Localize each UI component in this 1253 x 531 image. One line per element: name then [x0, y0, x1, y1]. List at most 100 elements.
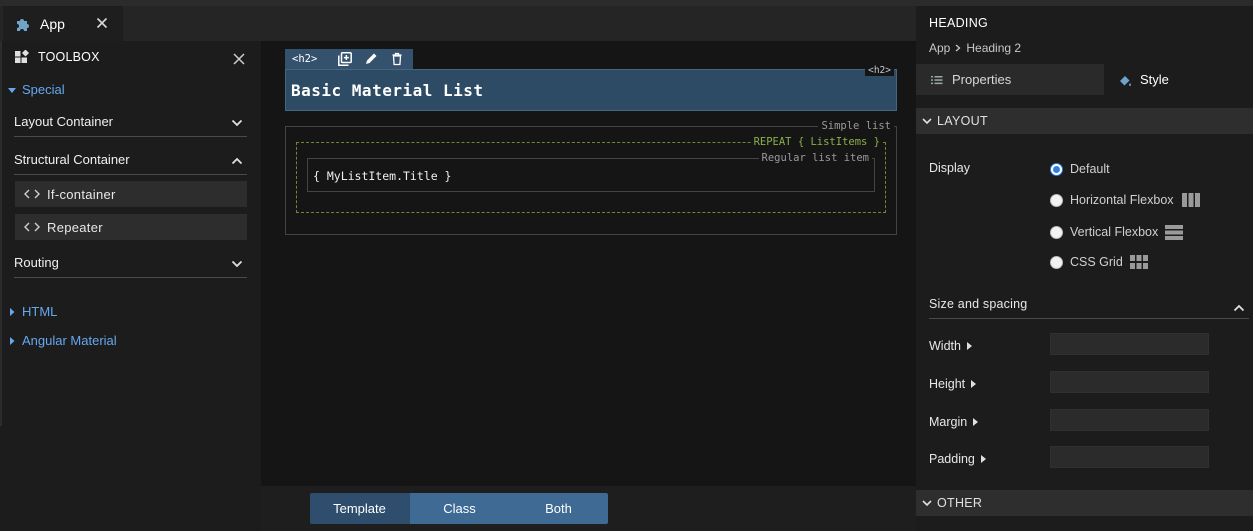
tab-label: Style — [1140, 72, 1169, 87]
radio-horizontal-flexbox[interactable] — [1050, 193, 1063, 207]
prop-label: Height — [929, 377, 966, 391]
breadcrumb: App Heading 2 — [929, 41, 1021, 55]
tab-properties[interactable]: Properties — [930, 64, 1011, 95]
editor-tab-bar: App — [0, 6, 916, 41]
toolbox-item-repeater[interactable]: Repeater — [15, 214, 247, 240]
section-label: Size and spacing — [929, 297, 1028, 311]
prop-label: Width — [929, 339, 961, 353]
tab-label: Properties — [952, 72, 1012, 87]
chevron-right-icon — [955, 44, 961, 52]
simple-list-label: Simple list — [818, 120, 894, 132]
group-label: LAYOUT — [937, 114, 988, 128]
heading-tag-label: <h2> — [865, 65, 894, 76]
display-option-default[interactable]: Default — [1050, 162, 1110, 176]
toggle-class[interactable]: Class — [409, 493, 509, 524]
toolbox-header: TOOLBOX — [14, 50, 100, 64]
toolbox-panel: TOOLBOX Special Layout Container Structu… — [0, 41, 261, 531]
breadcrumb-item-app[interactable]: App — [929, 41, 950, 55]
prop-padding[interactable]: Padding — [929, 452, 987, 466]
toolbox-title: TOOLBOX — [38, 50, 100, 64]
heading-text: Basic Material List — [291, 81, 484, 100]
chevron-down-icon — [231, 119, 243, 127]
tab-label: App — [40, 15, 65, 32]
section-layout-container[interactable]: Layout Container — [14, 107, 247, 137]
grid-icon — [1129, 255, 1148, 269]
list-icon — [931, 75, 943, 84]
prop-label: Padding — [929, 452, 975, 466]
radio-default[interactable] — [1050, 162, 1063, 176]
height-input[interactable] — [1050, 371, 1209, 393]
chevron-down-icon — [922, 500, 932, 507]
item-label: Repeater — [47, 219, 103, 235]
group-other[interactable]: OTHER — [916, 490, 1253, 516]
section-label: Structural Container — [14, 152, 130, 167]
inspector-title: HEADING — [929, 16, 989, 30]
category-angular-material[interactable]: Angular Material — [7, 333, 117, 348]
edit-icon[interactable] — [364, 52, 378, 66]
list-item-label: Regular list item — [758, 152, 872, 164]
caret-right-icon — [10, 307, 15, 316]
display-option-css-grid[interactable]: CSS Grid — [1050, 255, 1148, 269]
radio-css-grid[interactable] — [1050, 255, 1063, 269]
category-label: Special — [22, 82, 65, 97]
chevron-down-icon — [231, 260, 243, 268]
chevron-up-icon — [1233, 304, 1245, 312]
option-label: CSS Grid — [1070, 255, 1123, 269]
paint-bucket-icon — [1120, 75, 1131, 86]
padding-input[interactable] — [1050, 446, 1209, 468]
tab-style[interactable]: Style — [1104, 64, 1253, 95]
add-child-icon[interactable] — [338, 52, 352, 66]
toolbox-item-if-container[interactable]: If-container — [15, 181, 247, 207]
display-option-vertical-flexbox[interactable]: Vertical Flexbox — [1050, 224, 1184, 240]
inspector-tabs: Properties Style — [916, 64, 1253, 95]
category-special[interactable]: Special — [7, 82, 65, 97]
toggle-both[interactable]: Both — [509, 493, 608, 524]
section-routing[interactable]: Routing — [14, 248, 247, 278]
category-html[interactable]: HTML — [7, 304, 57, 319]
prop-width[interactable]: Width — [929, 339, 973, 353]
repeat-container[interactable]: REPEAT { ListItems } Regular list item {… — [296, 136, 886, 213]
caret-down-icon — [8, 87, 16, 93]
section-structural-container[interactable]: Structural Container — [14, 145, 247, 175]
tab-app[interactable]: App — [3, 6, 123, 41]
group-label: OTHER — [937, 496, 983, 510]
caret-right-icon — [980, 455, 986, 463]
category-label: HTML — [22, 304, 58, 319]
close-icon[interactable] — [232, 52, 246, 66]
selected-heading-element[interactable]: <h2> Basic Material List — [285, 65, 897, 111]
element-toolbar: <h2> — [285, 49, 413, 69]
toggle-template[interactable]: Template — [310, 493, 409, 524]
code-icon — [24, 189, 40, 199]
columns-icon — [1181, 193, 1200, 207]
display-option-horizontal-flexbox[interactable]: Horizontal Flexbox — [1050, 193, 1201, 207]
prop-label: Margin — [929, 415, 968, 429]
width-input[interactable] — [1050, 333, 1209, 355]
chevron-down-icon — [922, 118, 932, 125]
option-label: Vertical Flexbox — [1070, 225, 1159, 239]
simple-list-element[interactable]: Simple list REPEAT { ListItems } Regular… — [285, 120, 897, 235]
toolbox-edge — [0, 41, 2, 426]
close-icon[interactable] — [94, 15, 110, 31]
prop-height[interactable]: Height — [929, 377, 977, 391]
code-icon — [24, 222, 40, 232]
section-label: Routing — [14, 255, 59, 270]
list-item-element[interactable]: Regular list item { MyListItem.Title } — [307, 152, 875, 192]
repeat-label: REPEAT { ListItems } — [750, 136, 883, 148]
caret-right-icon — [10, 336, 15, 345]
group-layout[interactable]: LAYOUT — [916, 108, 1253, 134]
breadcrumb-item-heading[interactable]: Heading 2 — [966, 41, 1021, 55]
option-label: Default — [1070, 162, 1110, 176]
radio-vertical-flexbox[interactable] — [1050, 225, 1063, 239]
prop-margin[interactable]: Margin — [929, 415, 979, 429]
caret-right-icon — [971, 380, 977, 388]
rows-icon — [1165, 225, 1184, 240]
size-spacing-section[interactable]: Size and spacing — [929, 295, 1249, 319]
section-label: Layout Container — [14, 114, 114, 129]
puzzle-icon — [17, 18, 29, 31]
category-label: Angular Material — [22, 333, 117, 348]
margin-input[interactable] — [1050, 409, 1209, 431]
item-label: If-container — [47, 186, 116, 202]
chevron-up-icon — [231, 157, 243, 165]
delete-icon[interactable] — [390, 52, 404, 66]
caret-right-icon — [973, 418, 979, 426]
